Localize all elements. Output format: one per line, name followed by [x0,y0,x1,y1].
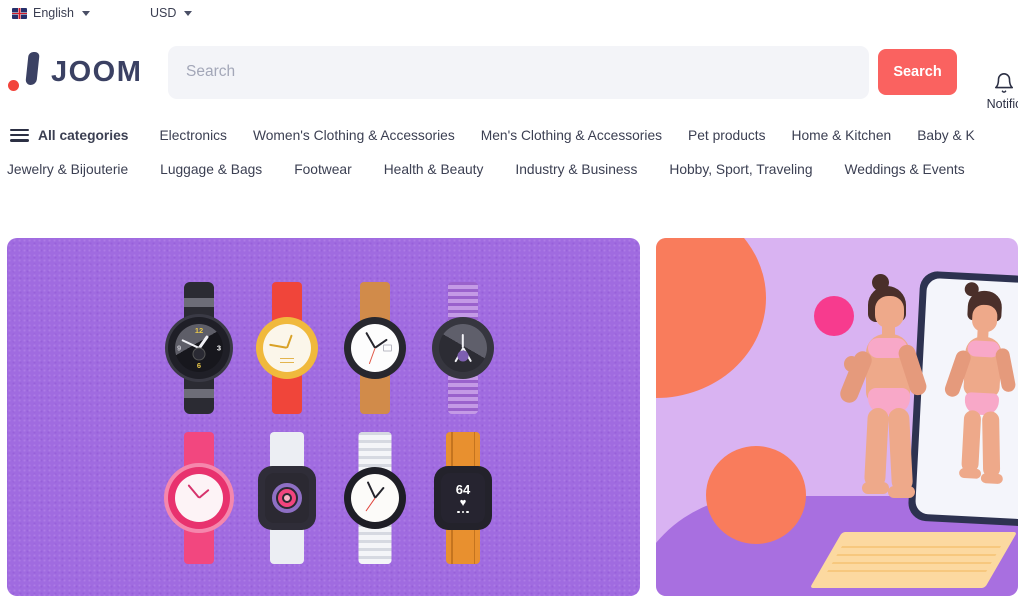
watch-purple-bracelet [419,278,507,418]
progress-dots [457,510,469,514]
hamburger-menu-icon [10,128,29,142]
decor-circle-orange-large [656,238,766,398]
nav-item-womens-clothing[interactable]: Women's Clothing & Accessories [240,128,468,143]
watch-brown-leather [331,278,419,418]
chevron-down-icon [82,10,90,16]
all-categories-label: All categories [38,127,129,143]
nav-item-weddings-events[interactable]: Weddings & Events [833,162,985,177]
nav-item-health-beauty[interactable]: Health & Beauty [372,162,504,177]
chevron-down-icon [184,10,193,16]
watch-collage: 12 3 6 9 64 ♥ [155,278,505,568]
bell-icon [994,73,1014,93]
joom-logo[interactable]: JOOM [8,52,154,92]
heart-icon: ♥ [459,496,467,509]
watch-gold-red-strap [243,278,331,418]
watch-white-smartwatch [243,428,331,568]
watch-white-silicone [331,428,419,568]
category-nav-row-2: Jewelry & Bijouterie Luggage & Bags Foot… [6,152,1018,186]
activity-rings-icon [272,483,302,513]
nav-item-home-kitchen[interactable]: Home & Kitchen [779,128,905,143]
nav-item-footwear[interactable]: Footwear [282,162,372,177]
phone-mirror [907,270,1018,528]
uk-flag-icon [12,7,27,19]
all-categories-button[interactable]: All categories [6,128,146,143]
nav-item-luggage-bags[interactable]: Luggage & Bags [148,162,282,177]
site-header: JOOM Search Notific [0,26,1018,118]
language-selector[interactable]: English [6,0,96,26]
watch-pink-analog [155,428,243,568]
notifications-button[interactable]: Notific [966,72,1018,111]
banner-carousel: 12 3 6 9 64 ♥ [7,238,1018,596]
page-root: English USD JOOM Search Notific [0,0,1018,596]
watch-black-sport: 12 3 6 9 [155,278,243,418]
search-bar: Search [168,45,957,99]
nav-item-baby-kids[interactable]: Baby & K [904,128,988,143]
banner-watches[interactable]: 12 3 6 9 64 ♥ [7,238,640,596]
watch-orange-fitness: 64 ♥ [419,428,507,568]
phone-screen [914,277,1018,521]
nav-item-mens-clothing[interactable]: Men's Clothing & Accessories [468,128,675,143]
nav-item-pet-products[interactable]: Pet products [675,128,778,143]
decor-circle-orange-small [706,446,806,544]
nav-item-hobby-sport-traveling[interactable]: Hobby, Sport, Traveling [657,162,832,177]
notifications-label: Notific [986,97,1018,111]
language-label: English [33,6,74,20]
category-nav-row-1: All categories Electronics Women's Cloth… [6,118,1018,152]
currency-label: USD [150,6,177,20]
nav-item-jewelry[interactable]: Jewelry & Bijouterie [6,162,148,177]
joom-logomark-icon [8,52,40,92]
nav-item-electronics[interactable]: Electronics [146,128,239,143]
search-input[interactable] [168,45,869,99]
nav-item-industry-business[interactable]: Industry & Business [503,162,657,177]
top-utility-bar: English USD [0,0,1018,26]
heart-rate-value: 64 [455,481,471,497]
exercise-mat [809,532,1018,588]
search-button[interactable]: Search [878,49,957,95]
currency-selector[interactable]: USD [144,0,198,26]
category-nav: All categories Electronics Women's Cloth… [0,118,1018,186]
decor-circle-pink [814,296,854,336]
logo-text: JOOM [51,55,143,88]
banner-fitness[interactable] [656,238,1018,596]
